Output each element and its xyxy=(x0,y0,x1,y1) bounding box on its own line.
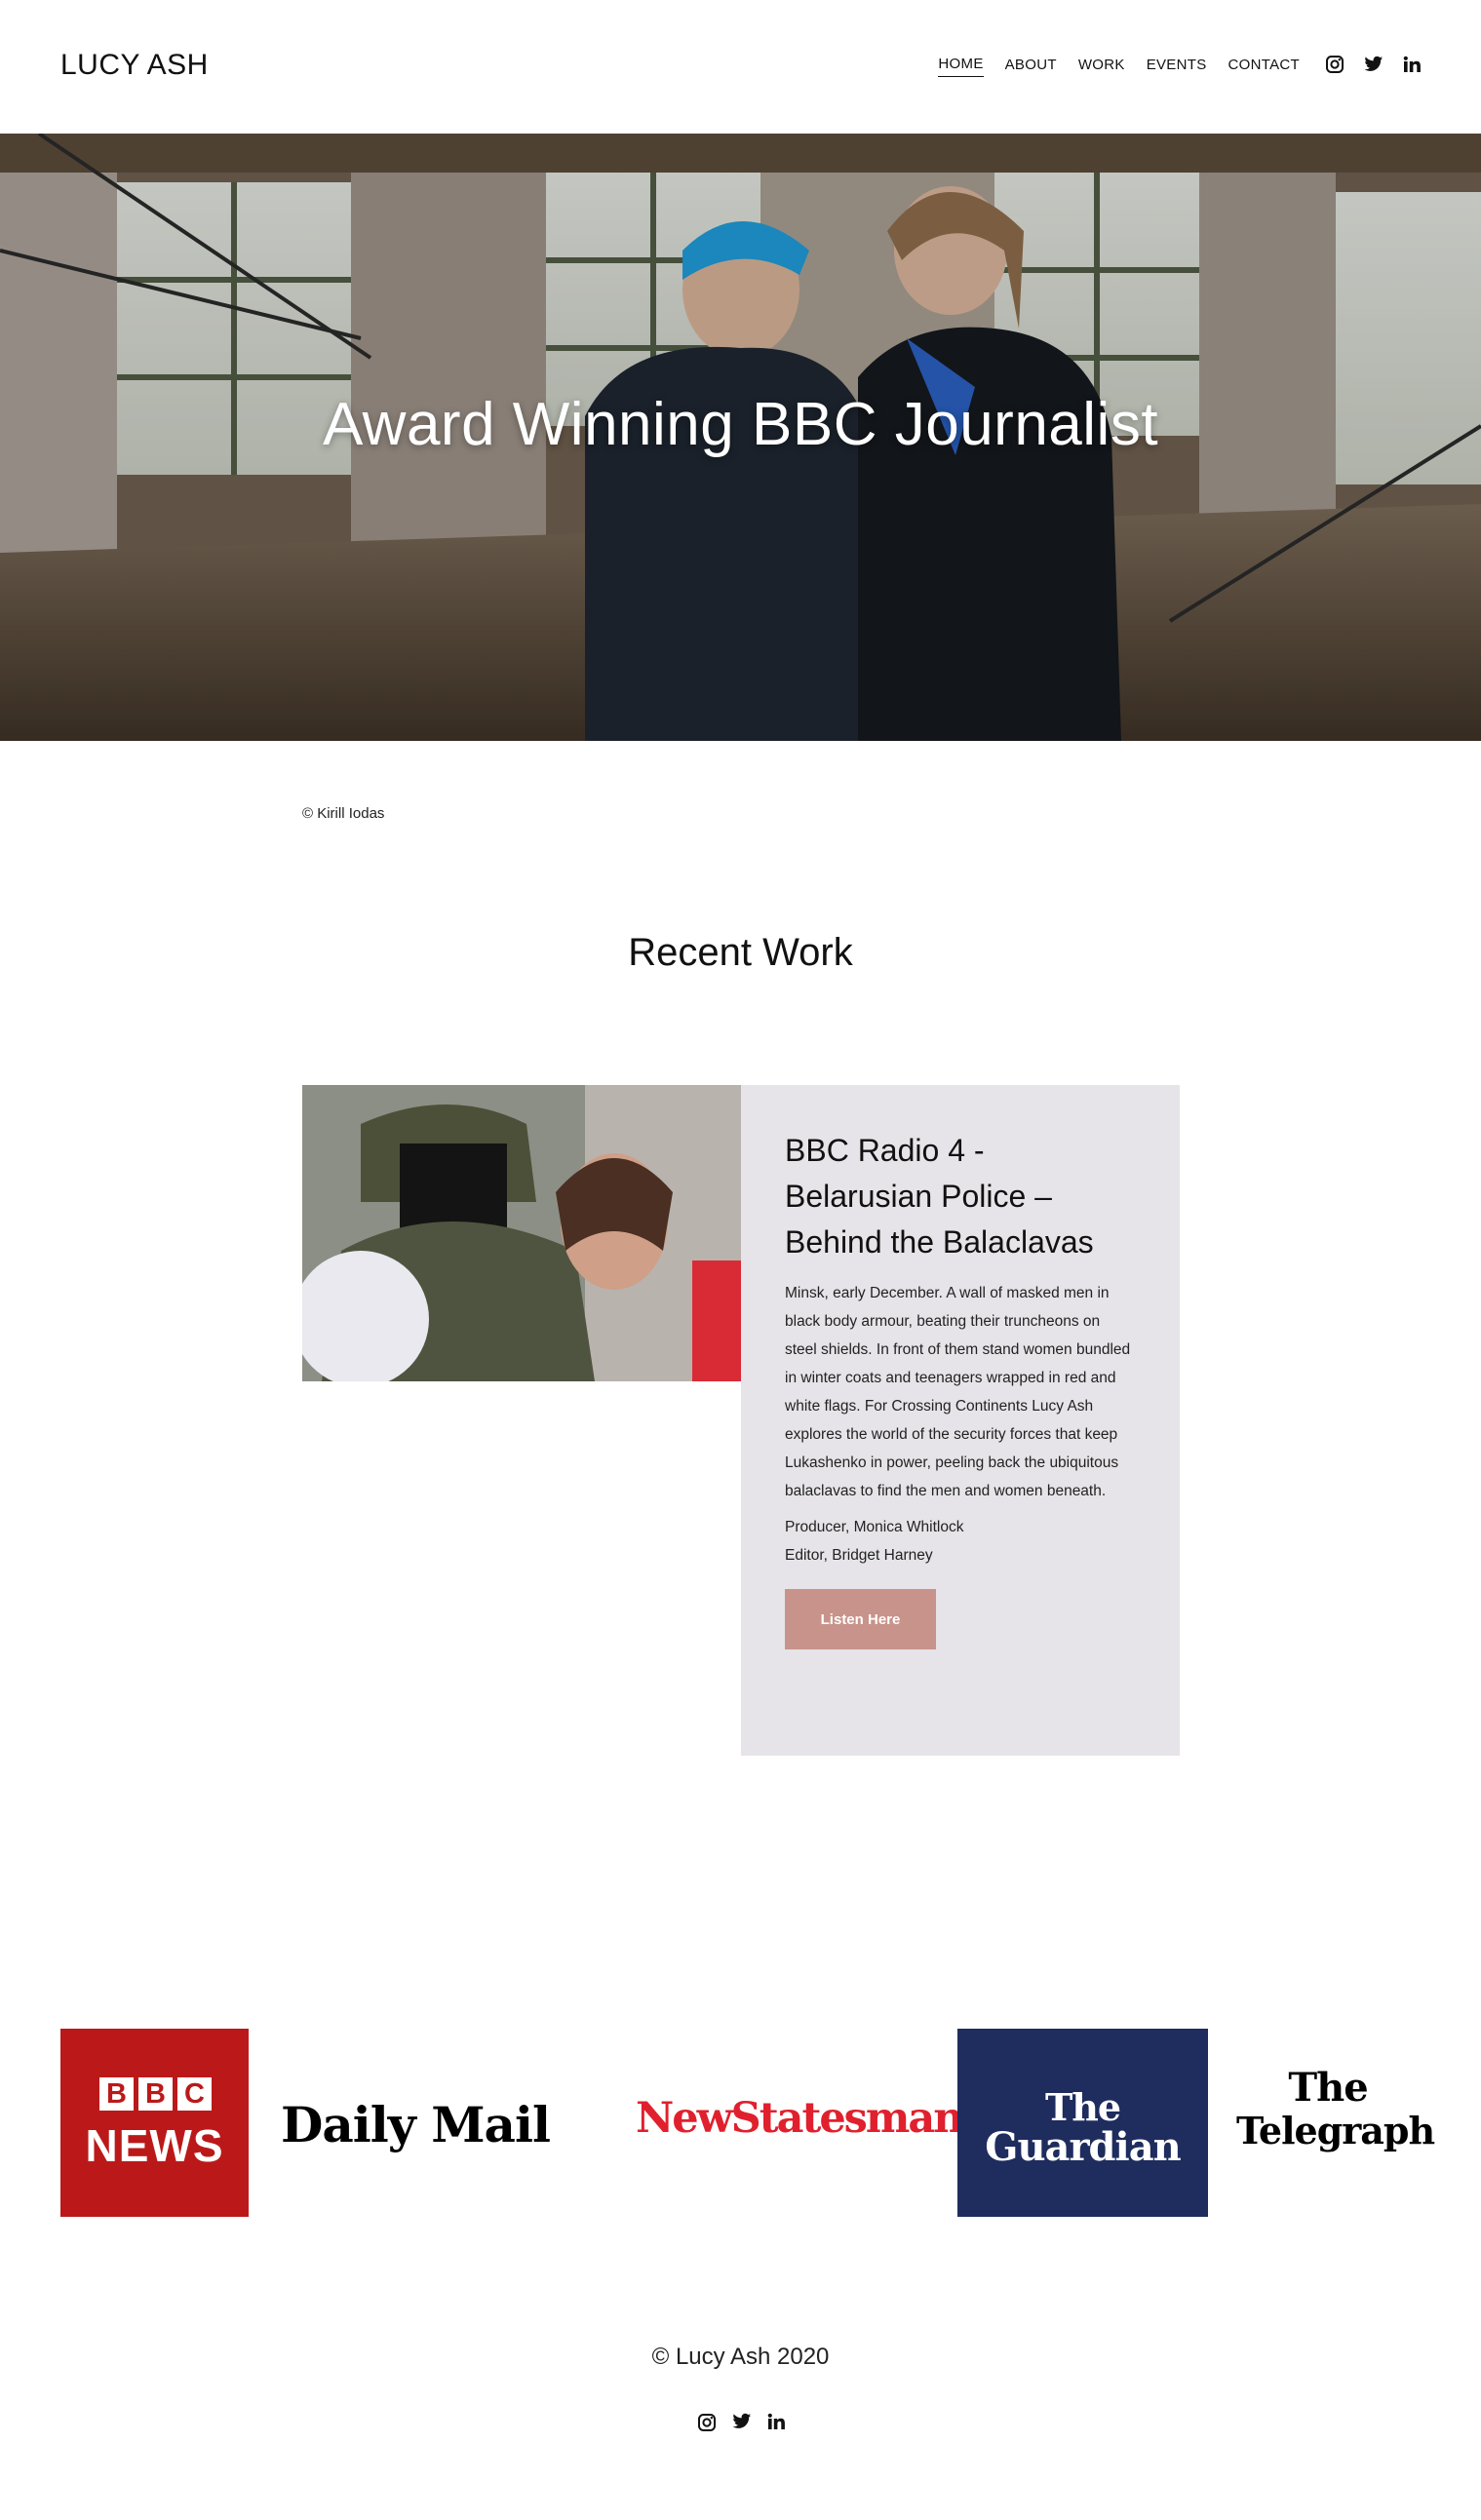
nav-work[interactable]: WORK xyxy=(1078,57,1125,77)
bbc-news-logo: B B C NEWS xyxy=(60,2029,249,2217)
work-card-photo xyxy=(302,1085,741,1381)
hero-title: Award Winning BBC Journalist xyxy=(322,391,1159,458)
nav-about[interactable]: ABOUT xyxy=(1005,57,1057,77)
photo-credit: © Kirill Iodas xyxy=(302,805,385,822)
work-card-title[interactable]: BBC Radio 4 - Belarusian Police – Behind… xyxy=(785,1128,1136,1265)
listen-here-button[interactable]: Listen Here xyxy=(785,1589,936,1649)
twitter-icon[interactable] xyxy=(731,2413,752,2432)
twitter-icon[interactable] xyxy=(1364,56,1384,77)
nav-contact[interactable]: CONTACT xyxy=(1228,57,1300,77)
producer-credit: Producer, Monica Whitlock xyxy=(785,1519,964,1535)
footer-social-links xyxy=(0,2413,1481,2432)
daily-mail-logo: Daily Mail xyxy=(281,2096,551,2153)
work-card-description: Minsk, early December. A wall of masked … xyxy=(785,1285,1131,1499)
nav-home[interactable]: HOME xyxy=(938,56,984,77)
footer-copyright: © Lucy Ash 2020 xyxy=(651,2344,830,2370)
new-statesman-logo: NewStatesman xyxy=(636,2094,964,2143)
bbc-logo-news: NEWS xyxy=(85,2120,224,2171)
guardian-logo: The Guardian xyxy=(957,2029,1208,2217)
bbc-logo-letter: C xyxy=(177,2077,212,2111)
bbc-logo-letter: B xyxy=(138,2077,173,2111)
linkedin-icon[interactable] xyxy=(767,2413,785,2432)
site-title[interactable]: LUCY ASH xyxy=(60,49,209,82)
main-nav: HOME ABOUT WORK EVENTS CONTACT xyxy=(916,55,1421,78)
bbc-logo-letter: B xyxy=(99,2077,134,2111)
telegraph-logo-telegraph: Telegraph xyxy=(1236,2109,1435,2152)
site-header: LUCY ASH HOME ABOUT WORK EVENTS CONTACT xyxy=(0,0,1481,134)
editor-credit: Editor, Bridget Harney xyxy=(785,1547,933,1564)
linkedin-icon[interactable] xyxy=(1403,56,1421,77)
telegraph-logo: The Telegraph xyxy=(1236,2065,1435,2152)
hero-banner: Award Winning BBC Journalist xyxy=(0,134,1481,741)
recent-work-heading: Recent Work xyxy=(628,931,853,974)
instagram-icon[interactable] xyxy=(1325,55,1345,78)
guardian-logo-the: The xyxy=(1044,2085,1121,2129)
header-social-links xyxy=(1325,55,1421,78)
work-card-body: BBC Radio 4 - Belarusian Police – Behind… xyxy=(741,1085,1180,1756)
telegraph-logo-the: The xyxy=(1288,2065,1368,2111)
guardian-logo-guardian: Guardian xyxy=(985,2124,1181,2170)
work-card-image[interactable] xyxy=(302,1085,741,1381)
instagram-icon[interactable] xyxy=(697,2413,717,2432)
nav-events[interactable]: EVENTS xyxy=(1147,57,1207,77)
